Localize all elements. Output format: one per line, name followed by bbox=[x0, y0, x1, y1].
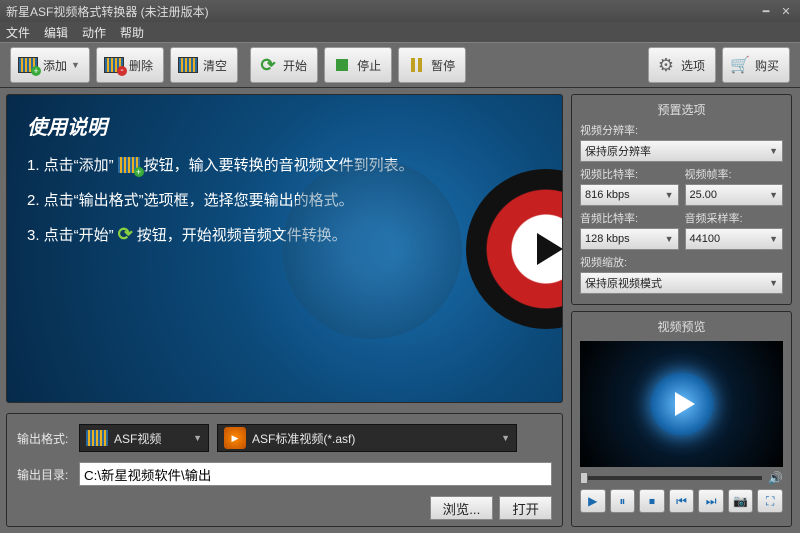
film-add-icon: + bbox=[17, 54, 39, 76]
resolution-label: 视频分辨率: bbox=[580, 122, 783, 138]
fps-select[interactable]: 25.00▼ bbox=[685, 184, 784, 206]
titlebar: 新星ASF视频格式转换器 (未注册版本) ━ ✕ bbox=[0, 0, 800, 22]
film-clear-icon bbox=[177, 54, 199, 76]
resolution-select[interactable]: 保持原分辨率▼ bbox=[580, 140, 783, 162]
menu-action[interactable]: 动作 bbox=[82, 24, 106, 41]
vbitrate-label: 视频比特率: bbox=[580, 166, 679, 182]
refresh-icon: ⟳ bbox=[118, 224, 133, 245]
prev-button[interactable]: ⏮ bbox=[669, 489, 695, 513]
chevron-down-icon: ▼ bbox=[769, 234, 778, 244]
preview-panel: 视频预览 🔊 ▶ ⏸ ⏹ ⏮ ⏭ 📷 ⛶ bbox=[571, 311, 792, 527]
film-icon bbox=[86, 430, 108, 446]
step-2: 2. 点击“输出格式”选项框，选择您要输出的格式。 bbox=[27, 189, 542, 210]
minimize-icon[interactable]: ━ bbox=[758, 4, 774, 18]
film-delete-icon: - bbox=[103, 54, 125, 76]
output-format-preset[interactable]: ▶ ASF标准视频(*.asf) ▼ bbox=[217, 424, 517, 452]
cart-icon: 🛒 bbox=[729, 54, 751, 76]
start-button[interactable]: ⟳ 开始 bbox=[250, 47, 318, 83]
add-button[interactable]: + 添加▼ bbox=[10, 47, 90, 83]
app-title: 新星ASF视频格式转换器 (未注册版本) bbox=[6, 3, 209, 20]
chevron-down-icon: ▼ bbox=[769, 190, 778, 200]
output-panel: 输出格式: ASF视频 ▼ ▶ ASF标准视频(*.asf) ▼ 输出目录: 浏… bbox=[6, 413, 563, 527]
chevron-down-icon: ▼ bbox=[71, 60, 79, 70]
banner-heading: 使用说明 bbox=[27, 111, 542, 140]
stop-button[interactable]: 停止 bbox=[324, 47, 392, 83]
open-button[interactable]: 打开 bbox=[499, 496, 552, 520]
format-icon: ▶ bbox=[224, 427, 246, 449]
chevron-down-icon: ▼ bbox=[193, 433, 202, 443]
buy-button[interactable]: 🛒 购买 bbox=[722, 47, 790, 83]
browse-button[interactable]: 浏览... bbox=[430, 496, 494, 520]
menu-file[interactable]: 文件 bbox=[6, 24, 30, 41]
preview-area bbox=[580, 341, 783, 467]
refresh-icon: ⟳ bbox=[257, 54, 279, 76]
delete-button[interactable]: - 删除 bbox=[96, 47, 164, 83]
output-dir-label: 输出目录: bbox=[17, 466, 79, 483]
vbitrate-select[interactable]: 816 kbps▼ bbox=[580, 184, 679, 206]
output-format-group[interactable]: ASF视频 ▼ bbox=[79, 424, 209, 452]
toolbar: + 添加▼ - 删除 清空 ⟳ 开始 停止 暂停 ⚙ 选项 � bbox=[0, 42, 800, 88]
menubar: 文件 编辑 动作 帮助 bbox=[0, 22, 800, 42]
scale-select[interactable]: 保持原视频模式▼ bbox=[580, 272, 783, 294]
snapshot-button[interactable]: 📷 bbox=[728, 489, 754, 513]
next-button[interactable]: ⏭ bbox=[698, 489, 724, 513]
output-format-label: 输出格式: bbox=[17, 430, 79, 447]
step-1: 1. 点击“添加” + 按钮，输入要转换的音视频文件到列表。 bbox=[27, 154, 542, 175]
stop-icon bbox=[331, 54, 353, 76]
pause-icon bbox=[405, 54, 427, 76]
close-icon[interactable]: ✕ bbox=[778, 4, 794, 18]
volume-icon[interactable]: 🔊 bbox=[768, 471, 783, 485]
output-dir-input[interactable] bbox=[79, 462, 552, 486]
pause-button[interactable]: 暂停 bbox=[398, 47, 466, 83]
menu-help[interactable]: 帮助 bbox=[120, 24, 144, 41]
play-button[interactable]: ▶ bbox=[580, 489, 606, 513]
scale-label: 视频缩放: bbox=[580, 254, 783, 270]
preset-panel-title: 预置选项 bbox=[580, 101, 783, 118]
chevron-down-icon: ▼ bbox=[665, 190, 674, 200]
gear-icon: ⚙ bbox=[655, 54, 677, 76]
play-icon bbox=[650, 372, 714, 436]
chevron-down-icon: ▼ bbox=[665, 234, 674, 244]
abitrate-label: 音频比特率: bbox=[580, 210, 679, 226]
preset-panel: 预置选项 视频分辨率: 保持原分辨率▼ 视频比特率: 816 kbps▼ 视频帧… bbox=[571, 94, 792, 305]
pause-button[interactable]: ⏸ bbox=[610, 489, 636, 513]
fps-label: 视频帧率: bbox=[685, 166, 784, 182]
asample-label: 音频采样率: bbox=[685, 210, 784, 226]
seek-slider[interactable] bbox=[580, 476, 762, 480]
instructions-banner: 使用说明 1. 点击“添加” + 按钮，输入要转换的音视频文件到列表。 2. 点… bbox=[6, 94, 563, 403]
options-button[interactable]: ⚙ 选项 bbox=[648, 47, 716, 83]
fullscreen-button[interactable]: ⛶ bbox=[757, 489, 783, 513]
stop-button[interactable]: ⏹ bbox=[639, 489, 665, 513]
film-add-icon: + bbox=[118, 157, 140, 173]
preview-panel-title: 视频预览 bbox=[580, 318, 783, 335]
chevron-down-icon: ▼ bbox=[769, 146, 778, 156]
reel-graphic bbox=[282, 159, 462, 339]
chevron-down-icon: ▼ bbox=[501, 433, 510, 443]
clear-button[interactable]: 清空 bbox=[170, 47, 238, 83]
chevron-down-icon: ▼ bbox=[769, 278, 778, 288]
asample-select[interactable]: 44100▼ bbox=[685, 228, 784, 250]
menu-edit[interactable]: 编辑 bbox=[44, 24, 68, 41]
abitrate-select[interactable]: 128 kbps▼ bbox=[580, 228, 679, 250]
